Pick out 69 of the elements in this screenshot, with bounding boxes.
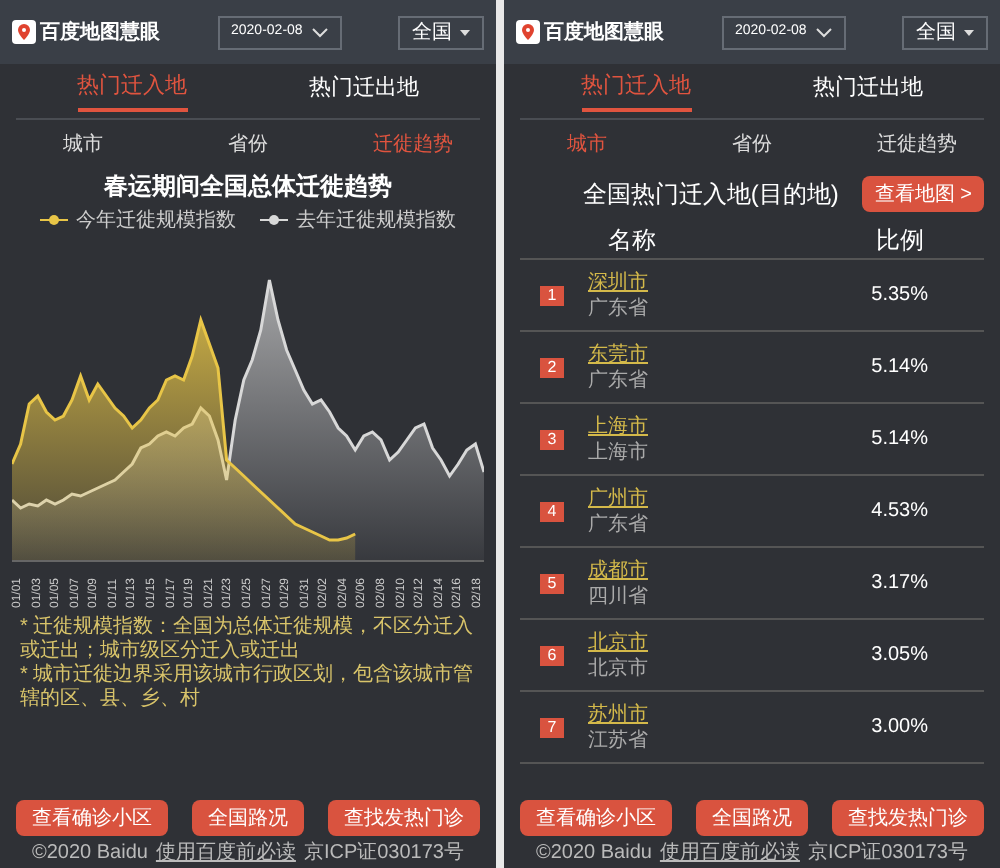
note-text: * 迁徙规模指数：全国为总体迁徙规模，不区分迁入或迁出；城市级区分迁入或迁出 <box>20 616 476 663</box>
subtab[interactable]: 省份 <box>165 129 331 159</box>
view-map-button[interactable]: 查看地图 > <box>862 176 984 212</box>
share-value: 4.53% <box>871 498 928 526</box>
share-value: 5.35% <box>871 282 928 310</box>
action-button[interactable]: 查看确诊小区 <box>16 800 168 836</box>
map-pin-icon <box>516 20 540 44</box>
icp-text: 京ICP证030173号 <box>303 839 464 867</box>
tab[interactable]: 热门迁入地 <box>520 64 752 118</box>
icp-text: 京ICP证030173号 <box>807 839 968 867</box>
action-button[interactable]: 全国路况 <box>696 800 808 836</box>
chevron-down-icon <box>311 27 327 37</box>
subtab[interactable]: 省份 <box>669 129 835 159</box>
chart-title: 春运期间全国总体迁徙趋势 <box>102 170 394 204</box>
city-link[interactable]: 苏州市 <box>588 701 648 727</box>
ranking-title: 全国热门迁入地(目的地) <box>582 178 839 212</box>
action-button[interactable]: 全国路况 <box>192 800 304 836</box>
rank-badge: 6 <box>540 645 564 665</box>
city-link[interactable]: 东莞市 <box>588 341 648 367</box>
tab[interactable]: 热门迁出地 <box>752 64 984 118</box>
rank-badge: 4 <box>540 501 564 521</box>
action-button[interactable]: 查找发热门诊 <box>832 800 984 836</box>
province-text: 广东省 <box>588 367 648 393</box>
column-header: 名称 <box>608 223 656 257</box>
share-value: 3.17% <box>871 570 928 598</box>
share-value: 5.14% <box>871 426 928 454</box>
note-text: * 城市迁徙边界采用该城市行政区划，包含该城市管辖的区、县、乡、村 <box>20 664 476 712</box>
rank-badge: 7 <box>540 717 564 737</box>
share-value: 5.14% <box>871 354 928 382</box>
province-text: 北京市 <box>588 655 648 681</box>
legend-label: 今年迁徙规模指数 <box>76 207 236 235</box>
action-button[interactable]: 查找发热门诊 <box>328 800 480 836</box>
city-link[interactable]: 深圳市 <box>588 269 648 295</box>
rank-badge: 5 <box>540 573 564 593</box>
province-text: 上海市 <box>588 439 648 465</box>
copyright-text: ©2020 Baidu <box>31 839 148 867</box>
legend-label: 去年迁徙规模指数 <box>296 207 456 235</box>
subtab[interactable]: 迁徙趋势 <box>834 129 1000 159</box>
subtab[interactable]: 迁徙趋势 <box>330 129 496 159</box>
chevron-down-icon <box>815 27 831 37</box>
terms-link[interactable]: 使用百度前必读 <box>659 837 800 867</box>
province-text: 江苏省 <box>588 727 648 753</box>
rank-badge: 2 <box>540 357 564 377</box>
region-select[interactable]: 全国 <box>398 15 484 49</box>
subtab[interactable]: 城市 <box>504 129 670 159</box>
rank-badge: 3 <box>540 429 564 449</box>
share-value: 3.05% <box>871 642 928 670</box>
city-link[interactable]: 上海市 <box>588 413 648 439</box>
city-link[interactable]: 北京市 <box>588 629 648 655</box>
caret-icon <box>964 29 974 35</box>
city-link[interactable]: 成都市 <box>588 557 648 583</box>
app-logo: 百度地图慧眼 <box>544 18 664 47</box>
caret-icon <box>460 29 470 35</box>
city-link[interactable]: 广州市 <box>588 485 648 511</box>
tab[interactable]: 热门迁入地 <box>16 64 248 118</box>
rank-badge: 1 <box>540 285 564 305</box>
province-text: 四川省 <box>588 583 648 609</box>
subtab[interactable]: 城市 <box>0 129 166 159</box>
terms-link[interactable]: 使用百度前必读 <box>155 837 296 867</box>
column-header: 比例 <box>876 223 924 257</box>
copyright-text: ©2020 Baidu <box>535 839 652 867</box>
share-value: 3.00% <box>871 714 928 742</box>
region-select[interactable]: 全国 <box>902 15 988 49</box>
province-text: 广东省 <box>588 295 648 321</box>
province-text: 广东省 <box>588 511 648 537</box>
app-logo: 百度地图慧眼 <box>40 18 160 47</box>
action-button[interactable]: 查看确诊小区 <box>520 800 672 836</box>
map-pin-icon <box>12 20 36 44</box>
tab[interactable]: 热门迁出地 <box>248 64 480 118</box>
